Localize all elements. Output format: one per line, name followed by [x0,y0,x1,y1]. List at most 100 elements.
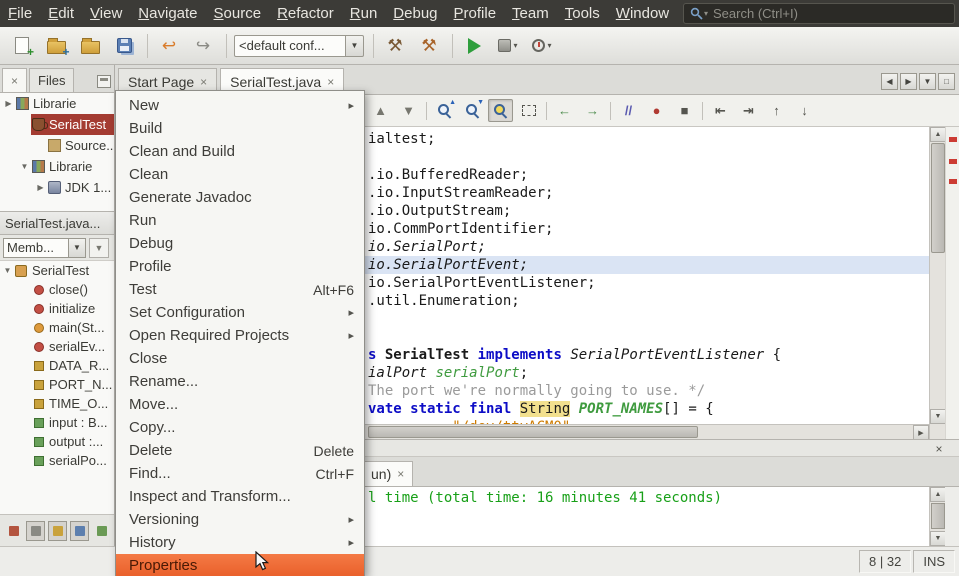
navigator-item[interactable]: PORT_N... [0,375,114,394]
menu-run[interactable]: Run [342,0,386,27]
chevron-down-icon[interactable]: ▾ [513,41,517,50]
context-menu-item-generate-javadoc[interactable]: Generate Javadoc [116,186,364,209]
project-tree-item[interactable]: SerialTest [0,114,114,135]
scrollbar-thumb[interactable] [931,503,945,529]
toggle-comment-button[interactable]: // [616,99,641,122]
new-file-button[interactable] [8,32,36,60]
configuration-value[interactable]: <default conf... [234,34,346,57]
error-mark[interactable] [949,179,957,184]
context-menu-item-debug[interactable]: Debug [116,232,364,255]
projects-tree[interactable]: ▶ Librarie SerialTest Source... ▼ Librarie ▶ JD… [0,93,114,211]
tab-scroll-left-button[interactable]: ◀ [881,73,898,90]
navigator-item[interactable]: output :... [0,432,114,451]
insert-mode-status[interactable]: INS [913,550,955,573]
show-static-members-filter[interactable] [48,520,67,541]
close-tab-icon[interactable]: × [327,75,334,89]
find-next-occurrence-button[interactable]: ▼ [460,99,485,122]
scrollbar-thumb[interactable] [368,426,698,438]
error-mark[interactable] [949,137,957,142]
scroll-down-icon[interactable]: ▼ [930,531,946,546]
context-menu-item-run[interactable]: Run [116,209,364,232]
search-scope-arrow-icon[interactable]: ▾ [704,9,708,18]
move-line-up-button[interactable]: ↑ [764,99,789,122]
show-non-public-filter[interactable] [70,520,89,541]
menu-file[interactable]: File [0,0,40,27]
stop-macro-recording-button[interactable]: ■ [672,99,697,122]
toggle-rectangular-selection-button[interactable] [516,99,541,122]
redo-button[interactable]: ↪ [189,32,217,60]
open-project-button[interactable] [76,32,104,60]
error-mark[interactable] [949,159,957,164]
context-menu-item-close[interactable]: Close [116,347,364,370]
tab-projects-truncated[interactable]: × [2,68,28,92]
previous-bookmark-button[interactable]: ▲ [368,99,393,122]
context-menu-item-test[interactable]: Test Alt+F6 [116,278,364,301]
editor-vertical-scrollbar[interactable]: ▲ ▼ [929,127,946,439]
close-tab-icon[interactable]: × [397,467,404,481]
tab-files[interactable]: Files [29,68,75,92]
navigator-item[interactable]: DATA_R... [0,356,114,375]
menu-window[interactable]: Window [608,0,677,27]
menu-tools[interactable]: Tools [557,0,608,27]
clean-and-build-button[interactable]: ⚒ [415,32,443,60]
context-menu-item-delete[interactable]: Delete Delete [116,439,364,462]
maximize-window-button[interactable]: □ [938,73,955,90]
start-macro-recording-button[interactable]: ● [644,99,669,122]
chevron-down-icon[interactable]: ▼ [346,34,364,57]
project-tree-item[interactable]: ▶ Librarie [0,93,114,114]
move-line-down-button[interactable]: ↓ [792,99,817,122]
tab-scroll-right-button[interactable]: ▶ [900,73,917,90]
go-forward-button[interactable]: → [580,99,605,122]
context-menu-item-properties[interactable]: Properties [116,554,364,576]
expander-icon[interactable]: ▶ [2,99,15,108]
tab-list-button[interactable]: ▼ [919,73,936,90]
context-menu-item-profile[interactable]: Profile [116,255,364,278]
menu-team[interactable]: Team [504,0,557,27]
scroll-right-icon[interactable]: ▶ [913,425,929,440]
close-tab-icon[interactable]: × [11,74,18,88]
navigator-item[interactable]: close() [0,280,114,299]
chevron-down-icon[interactable]: ▾ [547,41,551,50]
context-menu-item-inspect-and-transform[interactable]: Inspect and Transform... [116,485,364,508]
scroll-up-icon[interactable]: ▲ [930,127,946,142]
expander-icon[interactable]: ▼ [18,162,31,171]
quick-search-input[interactable]: ▾ Search (Ctrl+I) [683,3,955,24]
navigator-item[interactable]: TIME_O... [0,394,114,413]
navigator-view-value[interactable]: Memb... [3,237,69,258]
context-menu-item-open-required-projects[interactable]: Open Required Projects ▸ [116,324,364,347]
context-menu-item-copy[interactable]: Copy... [116,416,364,439]
navigator-item[interactable]: serialPo... [0,451,114,470]
menu-refactor[interactable]: Refactor [269,0,342,27]
output-vertical-scrollbar[interactable]: ▲ ▼ [929,487,946,546]
scroll-down-icon[interactable]: ▼ [930,409,946,424]
debug-project-button[interactable]: ▾ [494,32,522,60]
close-output-icon[interactable]: × [931,441,947,456]
context-menu-item-rename[interactable]: Rename... [116,370,364,393]
context-menu-item-versioning[interactable]: Versioning ▸ [116,508,364,531]
navigator-item[interactable]: initialize [0,299,114,318]
shift-line-left-button[interactable]: ⇤ [708,99,733,122]
navigator-item[interactable]: input : B... [0,413,114,432]
context-menu-item-move[interactable]: Move... [116,393,364,416]
navigator-item[interactable]: ▼ SerialTest [0,261,114,280]
menu-debug[interactable]: Debug [385,0,445,27]
context-menu-item-set-configuration[interactable]: Set Configuration ▸ [116,301,364,324]
new-project-button[interactable] [42,32,70,60]
scroll-up-icon[interactable]: ▲ [930,487,946,502]
menu-navigate[interactable]: Navigate [130,0,205,27]
menu-view[interactable]: View [82,0,130,27]
sort-by-source-filter[interactable] [92,521,111,541]
expander-icon[interactable]: ▶ [34,183,47,192]
context-menu-item-clean-and-build[interactable]: Clean and Build [116,140,364,163]
scrollbar-thumb[interactable] [931,143,945,253]
profile-project-button[interactable]: ▾ [528,32,556,60]
save-all-button[interactable] [110,32,138,60]
navigator-tree[interactable]: ▼ SerialTest close() initialize main(St... se… [0,261,114,514]
menu-profile[interactable]: Profile [446,0,505,27]
find-previous-occurrence-button[interactable]: ▲ [432,99,457,122]
run-project-button[interactable] [460,32,488,60]
context-menu-item-find[interactable]: Find... Ctrl+F [116,462,364,485]
context-menu-item-build[interactable]: Build [116,117,364,140]
close-tab-icon[interactable]: × [200,75,207,89]
show-fields-filter[interactable] [26,520,45,541]
